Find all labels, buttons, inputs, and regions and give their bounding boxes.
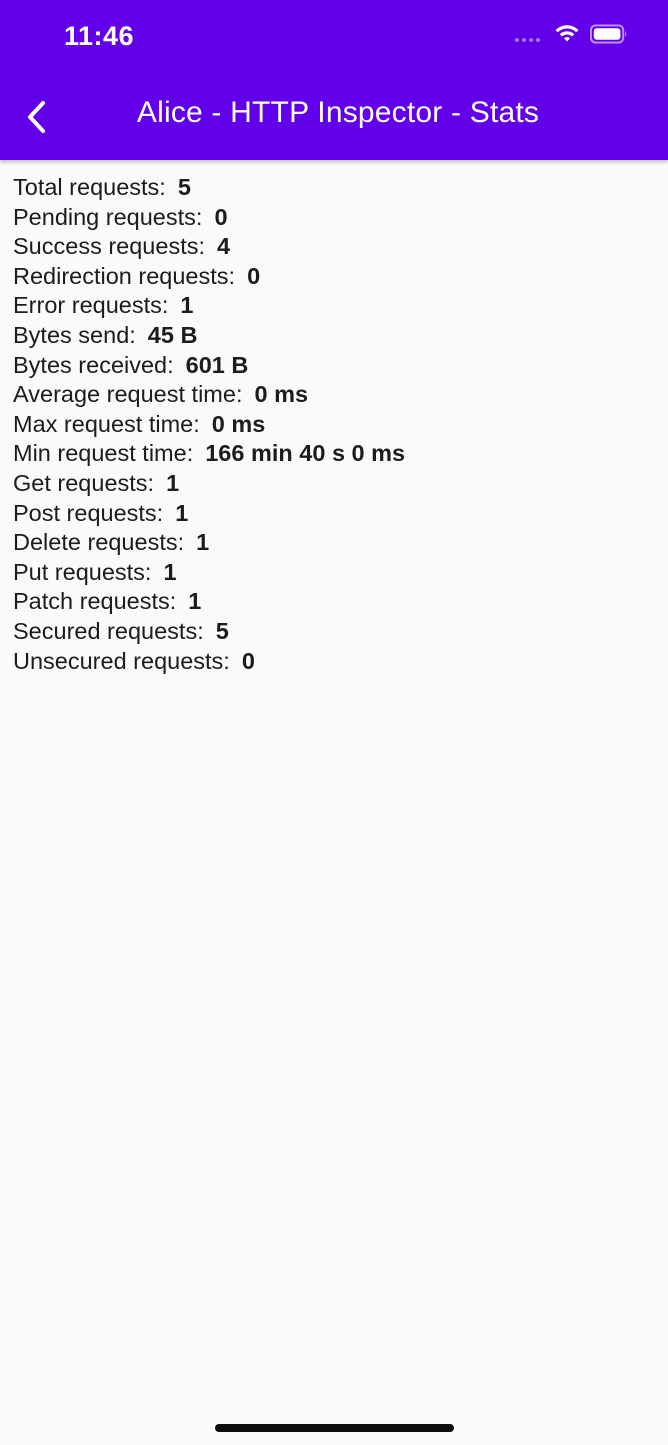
stat-label: Min request time: [13,440,194,467]
stat-value: 4 [217,233,231,260]
stat-value: 0 [247,262,261,289]
stat-label: Error requests: [13,292,169,319]
stat-row: Redirection requests: 0 [13,262,405,292]
stats-list: Total requests: 5 Pending requests: 0 Succes… [13,173,405,676]
battery-icon [590,24,628,44]
stat-value: 1 [180,292,194,319]
stat-value: 5 [215,617,229,644]
stat-label: Redirection requests: [13,262,236,289]
stat-row: Min request time: 166 min 40 s 0 ms [13,439,405,469]
stat-value: 1 [196,529,210,556]
stat-value: 601 B [185,351,249,378]
stat-row: Put requests: 1 [13,558,405,588]
stat-value: 1 [188,588,202,615]
stat-value: 0 [241,647,255,674]
stat-label: Delete requests: [13,529,185,556]
stat-label: Secured requests: [13,617,204,644]
page-title: Alice - HTTP Inspector - Stats [136,96,540,129]
stat-label: Pending requests: [13,203,203,230]
home-indicator[interactable] [215,1424,454,1432]
stat-label: Success requests: [13,233,206,260]
stat-value: 0 ms [211,410,266,437]
stat-row: Get requests: 1 [13,469,405,499]
app-bar: 11:46 Alice - HTTP Inspector - Stats [0,0,668,160]
stat-label: Bytes received: [13,351,174,378]
stat-row: Bytes send: 45 B [13,321,405,351]
status-time: 11:46 [64,21,135,51]
stat-value: 5 [177,174,191,200]
stat-value: 166 min 40 s 0 ms [205,440,406,467]
stat-row: Unsecured requests: 0 [13,647,405,677]
stat-row: Delete requests: 1 [13,528,405,558]
stat-value: 0 [214,203,228,230]
stat-value: 1 [175,499,189,526]
stat-row: Patch requests: 1 [13,587,405,617]
stat-row: Success requests: 4 [13,232,405,262]
stat-row: Secured requests: 5 [13,617,405,647]
stat-label: Put requests: [13,558,152,585]
stat-value: 1 [166,469,180,496]
stat-label: Max request time: [13,410,200,437]
stat-label: Post requests: [13,499,164,526]
stat-label: Average request time: [13,381,243,408]
stat-row: Pending requests: 0 [13,203,405,233]
stat-row: Total requests: 5 [13,173,405,203]
cellular-signal-icon [515,26,540,42]
stat-label: Unsecured requests: [13,647,230,674]
stat-label: Get requests: [13,469,155,496]
stat-row: Max request time: 0 ms [13,410,405,440]
stat-value: 1 [163,558,177,585]
stat-label: Patch requests: [13,588,177,615]
stat-value: 0 ms [254,381,309,408]
wifi-icon [555,25,579,42]
stat-row: Average request time: 0 ms [13,380,405,410]
stat-row: Post requests: 1 [13,499,405,529]
stat-label: Bytes send: [13,321,136,348]
status-icons [515,24,628,44]
stat-row: Bytes received: 601 B [13,351,405,381]
stat-row: Error requests: 1 [13,291,405,321]
stat-value: 45 B [147,321,198,348]
stat-label: Total requests: [13,174,166,200]
